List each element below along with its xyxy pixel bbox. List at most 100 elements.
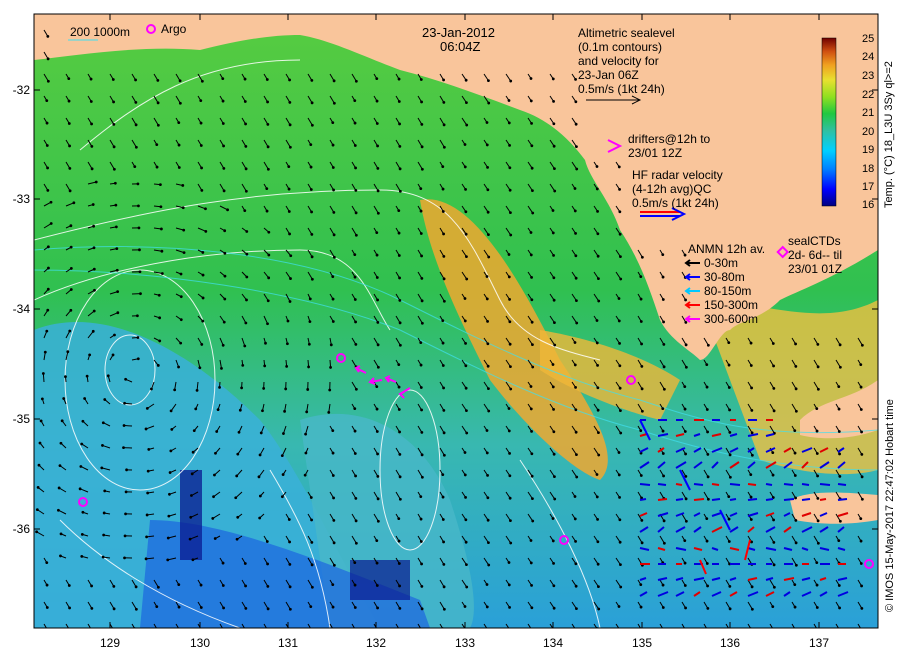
velocity-arrow-head [639,429,643,433]
velocity-arrow-head [113,333,116,337]
velocity-arrow-head [258,453,262,457]
colorbar-tick: 16 [862,199,875,211]
velocity-arrow-head [485,121,489,124]
velocity-arrow-head [284,387,288,391]
anmn-arrow [675,483,683,486]
velocity-arrow-head [69,224,73,228]
velocity-arrow-head [306,388,310,391]
velocity-arrow-head [43,350,47,354]
velocity-arrow-head [596,540,600,544]
velocity-arrow-head [198,366,202,370]
velocity-arrow-head [397,385,401,389]
velocity-arrow-head [354,519,358,523]
velocity-arrow-head [508,143,511,147]
velocity-arrow-head [101,555,105,559]
velocity-arrow-head [90,167,94,171]
velocity-arrow-head [706,430,709,434]
velocity-arrow-head [310,101,314,105]
velocity-arrow-head [420,122,424,126]
velocity-arrow-head [727,540,731,543]
velocity-arrow-head [597,299,601,303]
velocity-arrow-head [551,385,555,389]
velocity-arrow-head [509,387,513,391]
velocity-arrow-head [376,365,380,369]
velocity-arrow-head [181,206,185,210]
velocity-arrow-head [837,430,841,433]
velocity-arrow-head [465,585,469,589]
velocity-arrow-head [258,494,262,498]
anmn-arrow [801,498,811,501]
velocity-arrow-head [530,144,534,148]
anmn-arrow [819,498,827,501]
velocity-arrow-head [308,297,312,301]
velocity-arrow-head [125,468,129,472]
velocity-arrow-head [531,189,534,193]
anmn-item-label: 0-30m [704,256,739,270]
velocity-arrow-head [241,363,245,367]
velocity-arrow-head [816,387,820,391]
velocity-arrow-head [59,441,63,445]
velocity-arrow-head [46,34,50,38]
velocity-arrow-head [640,342,643,346]
velocity-arrow-head [553,343,557,347]
velocity-arrow-head [266,299,270,303]
velocity-arrow-head [838,474,842,478]
anmn-arrow [783,498,795,501]
velocity-arrow-head [46,308,50,312]
velocity-arrow-head [815,407,819,411]
velocity-arrow-head [204,229,208,233]
velocity-arrow-head [376,211,380,215]
velocity-arrow-head [136,357,140,361]
velocity-arrow-head [331,583,335,587]
velocity-arrow-head [485,605,489,609]
velocity-arrow-head [156,123,160,127]
velocity-arrow-head [331,429,335,433]
velocity-arrow-head [772,563,776,567]
velocity-arrow-head [421,630,424,633]
velocity-arrow-head [310,210,313,214]
velocity-arrow-head [329,366,332,369]
velocity-arrow-head [79,465,83,468]
anmn-arrow [819,483,831,486]
velocity-arrow-head [509,365,512,369]
velocity-arrow-head [772,364,775,368]
velocity-arrow-head [397,100,401,103]
velocity-arrow-head [595,187,599,191]
velocity-arrow-head [258,516,262,520]
velocity-arrow-head [122,424,126,427]
velocity-arrow-head [529,99,533,103]
velocity-arrow-head [159,205,163,209]
velocity-arrow-head [706,343,710,347]
velocity-arrow-head [552,122,556,126]
velocity-arrow-head [354,474,357,478]
velocity-arrow-head [332,79,336,83]
velocity-arrow-head [124,512,127,516]
sealctd-line: 23/01 01Z [788,262,843,276]
velocity-arrow-head [245,275,249,279]
velocity-arrow-head [619,563,622,567]
velocity-arrow-head [309,188,313,191]
velocity-arrow-head [617,451,621,454]
velocity-arrow-head [464,187,467,191]
anmn-arrow [837,498,848,501]
velocity-arrow-head [684,519,688,523]
velocity-arrow-head [509,233,513,237]
anmn-arrow [711,498,721,501]
velocity-arrow-head [257,475,261,479]
velocity-arrow-head [640,409,644,413]
velocity-arrow-head [529,407,533,411]
velocity-arrow-head [574,100,578,104]
velocity-arrow-head [793,474,797,477]
velocity-arrow-head [288,145,292,149]
velocity-arrow-head [288,585,292,589]
velocity-arrow-head [102,511,106,515]
anmn-arrow [711,483,720,486]
velocity-arrow-head [266,122,270,126]
velocity-arrow-head [81,510,85,514]
sealctd-legend: sealCTDs 2d- 6d-- til 23/01 01Z [788,234,842,276]
velocity-arrow-head [397,517,401,521]
velocity-arrow-head [487,79,490,83]
velocity-arrow-head [487,255,491,259]
velocity-arrow-head [398,584,401,588]
velocity-arrow-head [530,583,533,587]
